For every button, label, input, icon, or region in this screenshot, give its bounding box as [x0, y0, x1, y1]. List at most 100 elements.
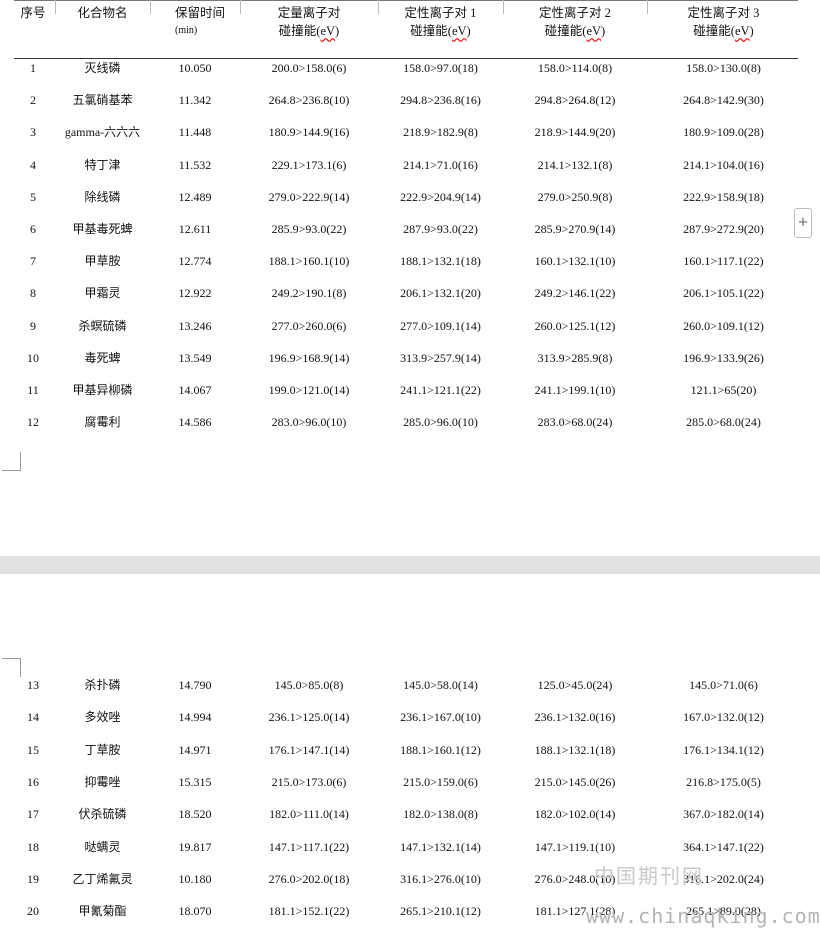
- cell-retention-time: 14.790: [178, 678, 212, 692]
- cell-qual-ion-pair-2: 147.1>119.1(10): [534, 839, 616, 854]
- table-row: 9 杀螟硫磷 13.246 277.0>260.0(6) 277.0>109.1(14)…: [0, 318, 820, 334]
- cell-compound-name: 甲草胺: [84, 254, 121, 269]
- cell-qual-ion-pair-2: 285.9>270.9(14): [534, 222, 616, 236]
- header-retention-time: 保留时间 (min): [150, 4, 240, 40]
- cell-qual-ion-pair-1: 214.1>71.0(16): [403, 157, 478, 172]
- header-q1-close: ): [466, 24, 471, 38]
- cell-compound-name: 杀螟硫磷: [78, 318, 127, 333]
- cell-quant-ion-pair: 215.0>173.0(6): [271, 774, 347, 789]
- header-q2-ev: eV: [586, 24, 602, 38]
- cell-qual-ion-pair-1: 215.0>159.0(6): [403, 774, 478, 789]
- cell-qual-ion-pair-1: 313.9>257.9(14): [400, 350, 481, 365]
- cell-qual-ion-pair-2: 215.0>145.0(26): [534, 774, 616, 789]
- cell-no: 15: [27, 742, 39, 757]
- cell-qual-ion-pair-2: 249.2>146.1(22): [534, 286, 616, 301]
- cell-qual-ion-pair-3: 121.1>65(20): [690, 383, 757, 397]
- cell-qual-ion-pair-3: 196.9>133.9(26): [683, 350, 764, 365]
- cell-compound-name: 伏杀硫磷: [78, 807, 127, 822]
- add-button[interactable]: +: [794, 208, 812, 238]
- cell-qual-ion-pair-2: 182.0>102.0(14): [534, 807, 616, 822]
- header-quant-ev: eV: [320, 24, 336, 38]
- cell-compound-name: 多效唑: [84, 710, 121, 725]
- header-rt-label: 保留时间: [175, 6, 226, 20]
- cell-compound-name: 丁草胺: [84, 742, 121, 757]
- cell-qual-ion-pair-2: 214.1>132.1(8): [537, 157, 613, 172]
- header-qual-ion-pair-1: 定性离子对 1 碰撞能(eV): [378, 4, 503, 40]
- cell-retention-time: 15.315: [178, 774, 212, 789]
- cell-compound-name: 毒死蜱: [84, 350, 121, 365]
- cell-qual-ion-pair-2: 313.9>285.9(8): [537, 350, 613, 365]
- cell-qual-ion-pair-2: 218.9>144.9(20): [534, 125, 616, 140]
- cell-qual-ion-pair-3: 264.8>142.9(30): [683, 93, 764, 108]
- header-q1-line1: 定性离子对 1: [404, 6, 477, 20]
- cell-qual-ion-pair-1: 265.1>210.1(12): [400, 904, 481, 919]
- cell-qual-ion-pair-2: 188.1>132.1(18): [534, 742, 616, 757]
- cell-no: 19: [27, 871, 39, 886]
- header-quant-line2: 碰撞能(eV): [240, 22, 378, 40]
- cell-retention-time: 18.520: [178, 807, 212, 822]
- header-compound-name: 化合物名: [77, 6, 128, 20]
- cell-retention-time: 12.489: [178, 189, 212, 204]
- cell-quant-ion-pair: 188.1>160.1(10): [268, 254, 350, 269]
- cell-qual-ion-pair-3: 222.9>158.9(18): [683, 189, 764, 204]
- cell-qual-ion-pair-3: 260.0>109.1(12): [683, 318, 764, 333]
- cell-compound-name: 甲霜灵: [84, 286, 121, 301]
- cell-qual-ion-pair-2: 158.0>114.0(8): [537, 61, 613, 75]
- table-row: 7 甲草胺 12.774 188.1>160.1(10) 188.1>132.1(18)…: [0, 253, 820, 269]
- header-quant-ion-pair: 定量离子对 碰撞能(eV): [240, 4, 378, 40]
- cell-retention-time: 14.067: [178, 383, 212, 397]
- cell-retention-time: 12.774: [178, 254, 212, 269]
- cell-qual-ion-pair-3: 167.0>132.0(12): [683, 710, 764, 725]
- cell-retention-time: 14.586: [178, 415, 212, 430]
- table-row: 8 甲霜灵 12.922 249.2>190.1(8) 206.1>132.1(20) 2…: [0, 285, 820, 301]
- cell-quant-ion-pair: 264.8>236.8(10): [268, 93, 350, 108]
- table-row: 3 gamma-六六六 11.448 180.9>144.9(16) 218.9>182…: [0, 124, 820, 140]
- cell-qual-ion-pair-2: 279.0>250.9(8): [537, 189, 613, 204]
- cell-no: 6: [30, 222, 36, 236]
- cell-compound-name: 灭线磷: [84, 61, 121, 75]
- cell-compound-name: 乙丁烯氟灵: [72, 871, 133, 886]
- cell-compound-name: 特丁津: [84, 157, 121, 172]
- header-quant-close: ): [335, 24, 340, 38]
- cell-retention-time: 11.532: [178, 157, 212, 172]
- cell-no: 20: [27, 904, 39, 919]
- cell-qual-ion-pair-2: 294.8>264.8(12): [534, 93, 616, 108]
- cell-qual-ion-pair-1: 294.8>236.8(16): [400, 93, 481, 108]
- header-q2-ce: 碰撞能(: [544, 24, 587, 38]
- cell-quant-ion-pair: 145.0>85.0(8): [274, 678, 344, 692]
- cell-no: 17: [27, 807, 39, 822]
- header-q1-ce: 碰撞能(: [410, 24, 452, 38]
- cell-no: 2: [30, 93, 36, 108]
- cell-qual-ion-pair-3: 206.1>105.1(22): [683, 286, 764, 301]
- cell-no: 3: [30, 125, 36, 140]
- cell-retention-time: 14.971: [178, 742, 212, 757]
- cell-compound-name: 除线磷: [84, 189, 121, 204]
- cell-compound-name: 甲基异柳磷: [72, 383, 133, 397]
- cell-qual-ion-pair-2: 260.0>125.1(12): [534, 318, 616, 333]
- cell-qual-ion-pair-3: 180.9>109.0(28): [683, 125, 764, 140]
- cell-qual-ion-pair-1: 236.1>167.0(10): [400, 710, 481, 725]
- header-quant-line1: 定量离子对: [277, 6, 341, 20]
- cell-retention-time: 11.448: [178, 125, 212, 140]
- table-row: 11 甲基异柳磷 14.067 199.0>121.0(14) 241.1>121.1(…: [0, 382, 820, 398]
- cell-qual-ion-pair-1: 188.1>132.1(18): [400, 254, 481, 269]
- cell-retention-time: 11.342: [178, 93, 212, 108]
- cell-retention-time: 19.817: [178, 839, 212, 854]
- cell-retention-time: 18.070: [178, 904, 212, 919]
- cell-no: 18: [27, 839, 39, 854]
- header-q2-close: ): [601, 24, 606, 38]
- page-corner-mark: [2, 452, 21, 471]
- cell-no: 16: [27, 774, 39, 789]
- header-q3-ce: 碰撞能(: [693, 24, 735, 38]
- cell-qual-ion-pair-3: 176.1>134.1(12): [683, 742, 764, 757]
- cell-qual-ion-pair-1: 277.0>109.1(14): [400, 318, 481, 333]
- cell-qual-ion-pair-1: 188.1>160.1(12): [400, 742, 481, 757]
- cell-retention-time: 13.549: [178, 350, 212, 365]
- cell-qual-ion-pair-3: 285.0>68.0(24): [686, 415, 761, 430]
- cell-quant-ion-pair: 279.0>222.9(14): [268, 189, 350, 204]
- table-row: 2 五氯硝基苯 11.342 264.8>236.8(10) 294.8>236.8(1…: [0, 92, 820, 108]
- cell-compound-name: 腐霉利: [84, 415, 121, 430]
- cell-qual-ion-pair-3: 287.9>272.9(20): [683, 222, 764, 236]
- cell-qual-ion-pair-1: 182.0>138.0(8): [403, 807, 478, 822]
- table-row: 15 丁草胺 14.971 176.1>147.1(14) 188.1>160.1(12…: [0, 742, 820, 758]
